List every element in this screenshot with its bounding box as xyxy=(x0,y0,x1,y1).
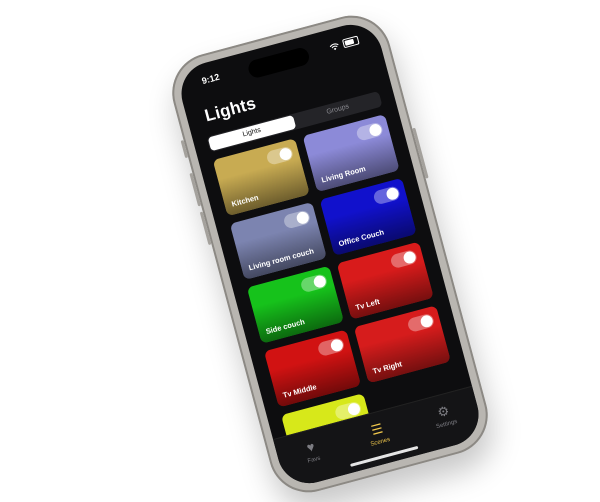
light-card[interactable]: Tv Middle xyxy=(263,329,362,408)
phone-frame: 9:12 Lights Lights Groups Kitchen Living R… xyxy=(163,6,497,502)
card-gradient xyxy=(263,329,362,408)
light-card[interactable]: Tv Left xyxy=(336,241,434,320)
card-gradient xyxy=(229,201,327,280)
card-gradient xyxy=(212,138,310,217)
light-card[interactable]: Side couch xyxy=(246,265,344,344)
page-title: Lights xyxy=(202,93,258,126)
light-card[interactable]: Living Room xyxy=(302,114,400,193)
battery-icon xyxy=(341,35,360,49)
scenes-icon: ☰ xyxy=(369,420,385,439)
light-card[interactable]: Tv Right xyxy=(353,305,451,384)
volume-up-button xyxy=(189,172,202,207)
heart-icon: ♥ xyxy=(304,438,317,456)
status-time: 9:12 xyxy=(200,71,221,87)
app-screen: 9:12 Lights Lights Groups Kitchen Living R… xyxy=(174,17,486,491)
stage: 9:12 Lights Lights Groups Kitchen Living R… xyxy=(0,0,600,502)
tab-label: Scenes xyxy=(370,436,391,448)
gear-icon: ⚙ xyxy=(435,402,451,421)
dynamic-island xyxy=(246,46,312,80)
card-gradient xyxy=(336,241,434,320)
light-card[interactable]: Kitchen xyxy=(212,138,310,217)
lights-grid: Kitchen Living Room Living room couch Offic… xyxy=(212,114,456,472)
tab-settings[interactable]: ⚙ Settings xyxy=(406,387,486,455)
tab-label: Favs xyxy=(307,455,322,465)
card-gradient xyxy=(319,177,417,256)
card-gradient xyxy=(353,305,451,384)
light-card[interactable]: Living room couch xyxy=(229,201,327,280)
volume-down-button xyxy=(199,211,212,246)
light-card[interactable]: Office Couch xyxy=(319,177,417,256)
status-icons xyxy=(328,35,360,51)
card-gradient xyxy=(302,114,400,193)
wifi-icon xyxy=(329,42,339,50)
tab-label: Settings xyxy=(435,418,459,431)
card-gradient xyxy=(246,265,344,344)
power-button xyxy=(412,127,429,179)
action-button xyxy=(180,140,189,159)
